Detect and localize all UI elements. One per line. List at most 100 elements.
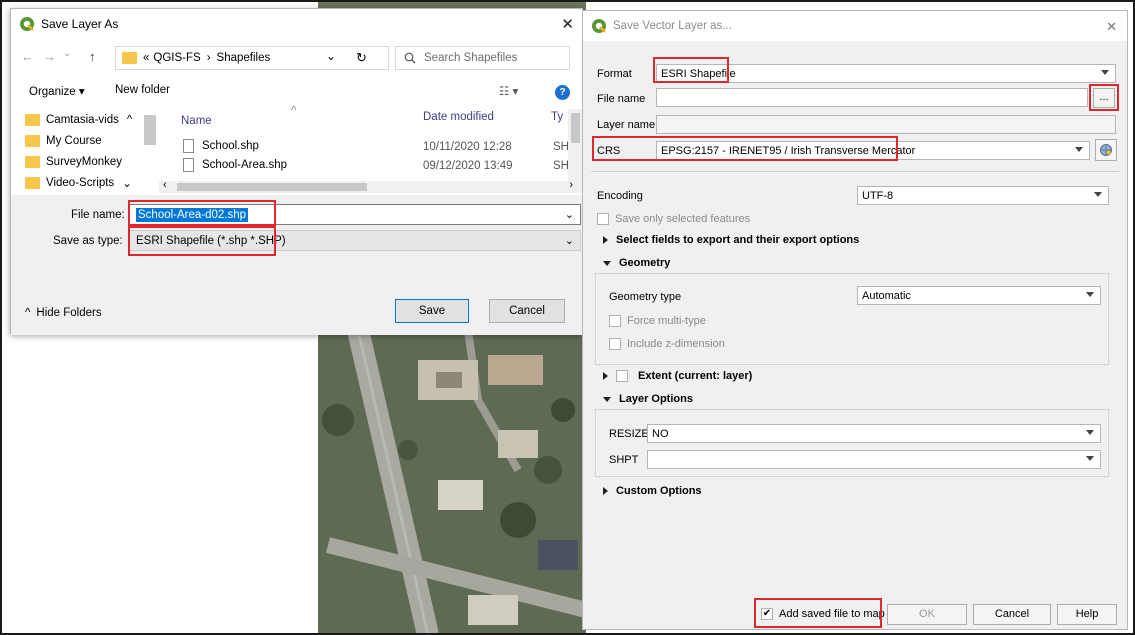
encoding-value: UTF-8: [862, 189, 894, 202]
chevron-down-icon[interactable]: ⌄: [565, 234, 574, 247]
crs-select[interactable]: EPSG:2157 - IRENET95 / Irish Transverse …: [656, 141, 1090, 160]
layer-options-section[interactable]: Layer Options: [603, 393, 693, 405]
sort-arrow-icon: ^: [291, 105, 297, 117]
file-icon: [183, 139, 194, 153]
collapse-arrow-icon: [603, 260, 611, 266]
nav-folder-camtasia-vids[interactable]: Camtasia-vids ^: [19, 109, 159, 130]
select-fields-section[interactable]: Select fields to export and their export…: [603, 234, 859, 246]
resize-select[interactable]: NO: [647, 424, 1101, 443]
format-value: ESRI Shapefile: [661, 67, 736, 80]
search-input[interactable]: Search Shapefiles: [395, 46, 570, 70]
nav-folder-video-scripts[interactable]: Video-Scripts ⌄: [19, 172, 159, 193]
help-button[interactable]: Help: [1057, 604, 1117, 625]
file-name-label: File name:: [71, 209, 125, 221]
layer-name-label: Layer name: [597, 119, 656, 131]
help-icon[interactable]: ?: [555, 85, 570, 100]
extent-section[interactable]: Extent (current: layer): [603, 370, 752, 382]
save-as-type-select[interactable]: ESRI Shapefile (*.shp *.SHP) ⌄: [129, 230, 581, 251]
chevron-down-icon[interactable]: ⌄: [326, 49, 336, 63]
checkbox[interactable]: [616, 370, 628, 382]
column-header-name[interactable]: Name: [181, 115, 212, 127]
address-bar[interactable]: « QGIS-FS › Shapefiles ⌄ ↻: [115, 46, 389, 70]
save-selected-checkbox[interactable]: Save only selected features: [597, 213, 750, 226]
encoding-select[interactable]: UTF-8: [857, 186, 1109, 205]
breadcrumb-item-shapefiles[interactable]: Shapefiles: [217, 52, 271, 64]
file-list-vertical-scrollbar[interactable]: [568, 109, 583, 181]
include-z-label: Include z-dimension: [627, 338, 725, 350]
cancel-button[interactable]: Cancel: [489, 299, 565, 323]
checkbox: [609, 338, 621, 351]
include-z-checkbox[interactable]: Include z-dimension: [609, 338, 725, 351]
up-arrow-icon[interactable]: ↑: [89, 49, 96, 64]
search-icon: [404, 52, 416, 64]
save-form: File name: School-Area-d02.shp ⌄ Save as…: [11, 195, 582, 291]
add-to-map-checkbox[interactable]: ✔ Add saved file to map: [761, 608, 885, 621]
recent-locations-icon[interactable]: ⌄: [63, 48, 71, 59]
close-icon[interactable]: ✕: [1106, 19, 1117, 35]
file-name-field[interactable]: School-Area-d02.shp ⌄: [129, 204, 581, 225]
browse-button[interactable]: ...: [1093, 88, 1115, 108]
shpt-select[interactable]: [647, 450, 1101, 469]
crs-value: EPSG:2157 - IRENET95 / Irish Transverse …: [661, 144, 916, 157]
format-select[interactable]: ESRI Shapefile: [656, 64, 1116, 83]
new-folder-button[interactable]: New folder: [115, 84, 170, 96]
shpt-label: SHPT: [609, 454, 639, 466]
close-icon[interactable]: ✕: [561, 15, 574, 33]
chevron-down-icon[interactable]: ⌄: [565, 208, 574, 221]
file-name: School-Area.shp: [202, 159, 288, 172]
custom-options-section[interactable]: Custom Options: [603, 485, 702, 497]
chevron-down-icon: [1094, 192, 1102, 197]
back-arrow-icon[interactable]: ←: [21, 49, 34, 64]
refresh-icon[interactable]: ↻: [356, 50, 367, 66]
folder-icon: [25, 113, 40, 126]
format-label: Format: [597, 68, 632, 80]
expand-arrow-icon: [603, 487, 608, 495]
force-multi-label: Force multi-type: [627, 315, 706, 327]
file-list-horizontal-scrollbar[interactable]: ‹ ›: [159, 179, 583, 193]
organize-button[interactable]: Organize ▾: [29, 84, 85, 98]
crs-label: CRS: [597, 145, 621, 157]
nav-folder-my-course[interactable]: My Course: [19, 130, 159, 151]
scroll-up-icon[interactable]: ^: [127, 114, 132, 126]
file-icon: [183, 158, 194, 172]
scroll-right-icon[interactable]: ›: [569, 179, 573, 191]
force-multi-checkbox[interactable]: Force multi-type: [609, 315, 706, 328]
column-header-date[interactable]: Date modified: [423, 111, 494, 123]
crs-selector-button[interactable]: [1095, 139, 1117, 161]
folder-icon: [122, 52, 137, 64]
checkbox: [609, 315, 621, 328]
file-row[interactable]: School-Area.shp 09/12/2020 13:49 SH: [171, 158, 571, 177]
geometry-type-label: Geometry type: [609, 291, 682, 303]
file-name-label: File name: [597, 93, 646, 105]
layer-name-input[interactable]: [656, 115, 1116, 134]
scroll-down-icon[interactable]: ⌄: [122, 176, 132, 190]
dialog-footer: ✔ Add saved file to map OK Cancel Help: [583, 601, 1127, 631]
checkbox-checked: ✔: [761, 608, 773, 621]
nav-folder-label: My Course: [46, 134, 102, 147]
layer-options-label: Layer Options: [619, 393, 693, 405]
hide-folders-toggle[interactable]: ^ Hide Folders: [25, 307, 102, 319]
folder-icon: [25, 155, 40, 168]
geometry-section[interactable]: Geometry: [603, 257, 670, 269]
file-name-input[interactable]: [656, 88, 1088, 107]
cancel-button[interactable]: Cancel: [973, 604, 1051, 625]
nav-folder-label: SurveyMonkey: [46, 155, 123, 168]
ok-button[interactable]: OK: [887, 604, 967, 625]
geometry-type-select[interactable]: Automatic: [857, 286, 1101, 305]
view-options-button[interactable]: ☷ ▾: [499, 84, 518, 98]
nav-folder-surveymonkey[interactable]: SurveyMonkey: [19, 151, 159, 172]
toolbar: Organize ▾ New folder ☷ ▾ ?: [11, 81, 582, 103]
breadcrumb-item-qgis-fs[interactable]: QGIS-FS: [153, 52, 200, 64]
file-type: SH: [553, 141, 569, 153]
column-header-type[interactable]: Ty: [551, 111, 563, 123]
breadcrumb-prefix: «: [143, 52, 150, 64]
file-type: SH: [553, 160, 569, 172]
nav-scrollbar-thumb[interactable]: [144, 115, 156, 145]
save-button[interactable]: Save: [395, 299, 469, 323]
file-row[interactable]: School.shp 10/11/2020 12:28 SH: [171, 139, 571, 158]
folder-icon: [25, 134, 40, 147]
scroll-left-icon[interactable]: ‹: [163, 179, 167, 191]
qgis-logo-icon: [592, 19, 606, 33]
forward-arrow-icon[interactable]: →: [43, 49, 56, 64]
chevron-down-icon: [1101, 70, 1109, 75]
